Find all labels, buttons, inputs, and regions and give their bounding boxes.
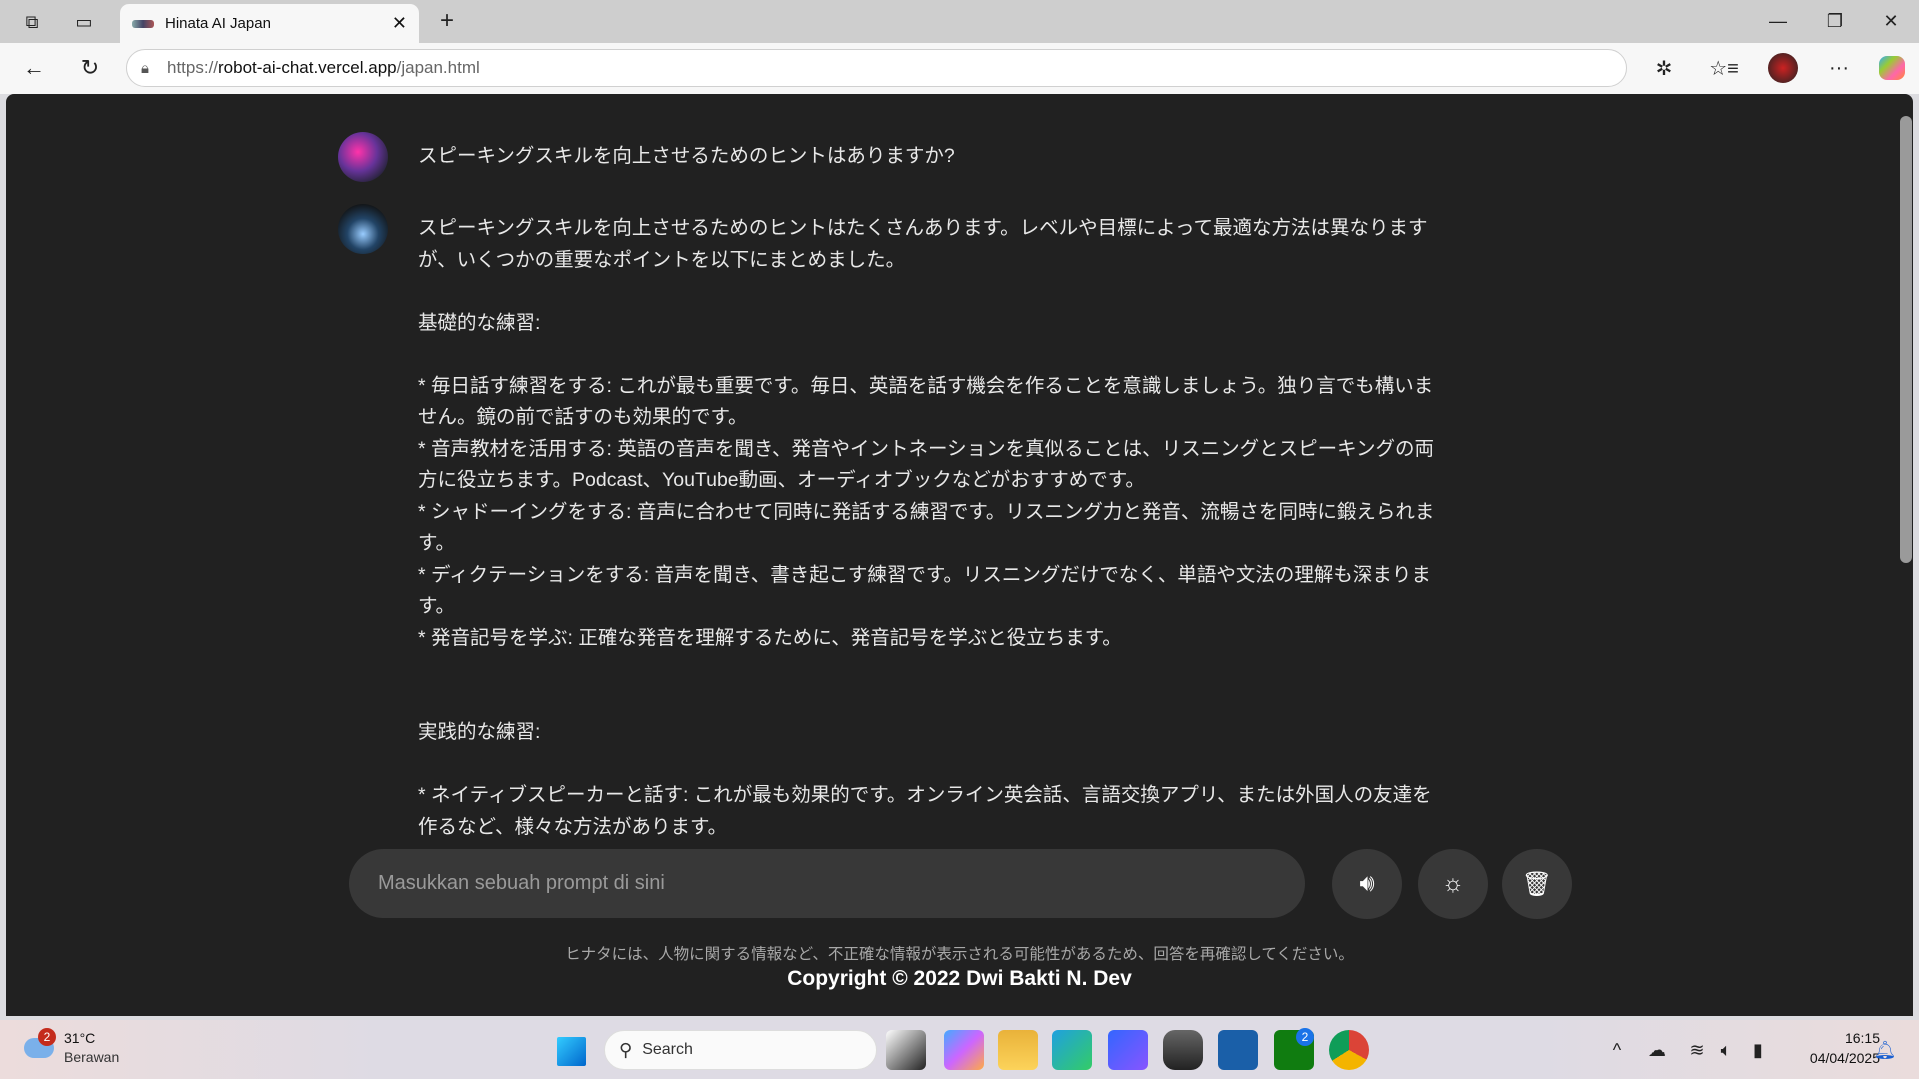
- prompt-input[interactable]: Masukkan sebuah prompt di sini: [349, 849, 1305, 918]
- tab-strip: ⧉ ▭ Hinata AI Japan ✕ + — ❐ ✕: [0, 0, 1919, 43]
- bot-message-text: スピーキングスキルを向上させるためのヒントはたくさんあります。レベルや目標によっ…: [418, 217, 1435, 838]
- volume-icon[interactable]: 🔈︎: [1714, 1038, 1738, 1062]
- user-message: スピーキングスキルを向上させるためのヒントはありますか?: [338, 132, 1458, 182]
- scrollbar-thumb[interactable]: [1900, 116, 1912, 563]
- chrome-icon[interactable]: [1329, 1030, 1369, 1070]
- workspaces-icon[interactable]: ⧉: [18, 8, 46, 36]
- profile-avatar[interactable]: [1768, 53, 1798, 83]
- more-icon[interactable]: ···: [1825, 54, 1853, 82]
- extensions-icon[interactable]: ✲: [1650, 54, 1678, 82]
- user-avatar: [338, 132, 388, 182]
- trash-icon: 🗑︎: [1521, 870, 1553, 898]
- app-hex-icon[interactable]: [1163, 1030, 1203, 1070]
- back-icon[interactable]: ←: [20, 54, 48, 82]
- favicon-icon: [132, 19, 154, 28]
- voice-button[interactable]: 🔊︎: [1332, 849, 1402, 919]
- app-icon[interactable]: [1108, 1030, 1148, 1070]
- prompt-placeholder: Masukkan sebuah prompt di sini: [378, 872, 665, 894]
- theme-toggle-button[interactable]: ☼: [1418, 849, 1488, 919]
- battery-icon[interactable]: ▮: [1746, 1038, 1770, 1062]
- clock-time[interactable]: 16:15: [1780, 1030, 1880, 1046]
- speaker-icon: 🔊︎: [1359, 870, 1375, 897]
- taskbar: 2 31°C Berawan ⚲ Search 2 ^ ☁ ≋ 🔈︎ ▮ 16:1…: [0, 1020, 1919, 1079]
- copilot-icon[interactable]: [1879, 56, 1905, 80]
- close-tab-icon[interactable]: ✕: [392, 13, 407, 34]
- chat-history[interactable]: スピーキングスキルを向上させるためのヒントはありますか? スピーキングスキルを向…: [338, 132, 1458, 868]
- weather-desc[interactable]: Berawan: [64, 1049, 119, 1065]
- disclaimer: ヒナタには、人物に関する情報など、不正確な情報が表示される可能性があるため、回答…: [565, 946, 1354, 963]
- edge-icon[interactable]: [1052, 1030, 1092, 1070]
- tab-hinata[interactable]: Hinata AI Japan ✕: [120, 4, 419, 43]
- sun-icon: ☼: [1442, 870, 1464, 897]
- weather-temp[interactable]: 31°C: [64, 1030, 95, 1046]
- address-bar[interactable]: 🔒︎ https://robot-ai-chat.vercel.app/japa…: [126, 49, 1627, 87]
- start-icon[interactable]: [557, 1037, 586, 1066]
- url-text: https://robot-ai-chat.vercel.app/japan.h…: [166, 58, 480, 77]
- notification-bell-icon[interactable]: 🔔︎: [1873, 1038, 1897, 1062]
- restore-icon[interactable]: ❐: [1822, 8, 1848, 34]
- lock-icon: 🔒︎: [141, 59, 149, 77]
- xbox-badge: 2: [1296, 1028, 1314, 1046]
- search-label: Search: [642, 1041, 693, 1058]
- copilot-taskbar-icon[interactable]: [944, 1030, 984, 1070]
- refresh-icon[interactable]: ↻: [76, 54, 104, 82]
- favorites-icon[interactable]: ☆≡: [1709, 54, 1739, 82]
- show-hidden-icons[interactable]: ^: [1605, 1038, 1629, 1062]
- delete-chat-button[interactable]: 🗑︎: [1502, 849, 1572, 919]
- chat-page: スピーキングスキルを向上させるためのヒントはありますか? スピーキングスキルを向…: [6, 94, 1913, 1016]
- file-explorer-icon[interactable]: [998, 1030, 1038, 1070]
- new-tab-icon[interactable]: +: [432, 6, 462, 36]
- bot-avatar: [338, 204, 388, 254]
- weather-badge: 2: [38, 1028, 56, 1046]
- close-window-icon[interactable]: ✕: [1878, 8, 1904, 34]
- bot-message: スピーキングスキルを向上させるためのヒントはたくさんあります。レベルや目標によっ…: [338, 204, 1458, 843]
- minimize-icon[interactable]: —: [1765, 8, 1791, 34]
- clock-date[interactable]: 04/04/2025: [1780, 1050, 1880, 1066]
- search-box[interactable]: ⚲ Search: [604, 1030, 877, 1070]
- tab-title: Hinata AI Japan: [165, 15, 271, 32]
- vertical-tabs-icon[interactable]: ▭: [70, 8, 98, 36]
- copyright: Copyright © 2022 Dwi Bakti N. Dev: [787, 967, 1132, 990]
- user-message-text: スピーキングスキルを向上させるためのヒントはありますか?: [418, 145, 955, 167]
- search-icon: ⚲: [619, 1039, 633, 1060]
- task-view-icon[interactable]: [886, 1030, 926, 1070]
- wifi-icon[interactable]: ≋: [1685, 1038, 1709, 1062]
- onedrive-icon[interactable]: ☁: [1645, 1038, 1669, 1062]
- store-icon[interactable]: [1218, 1030, 1258, 1070]
